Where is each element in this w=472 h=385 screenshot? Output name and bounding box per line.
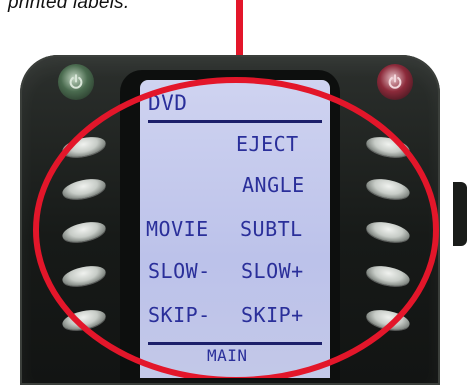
highlight-ellipse (33, 77, 439, 378)
